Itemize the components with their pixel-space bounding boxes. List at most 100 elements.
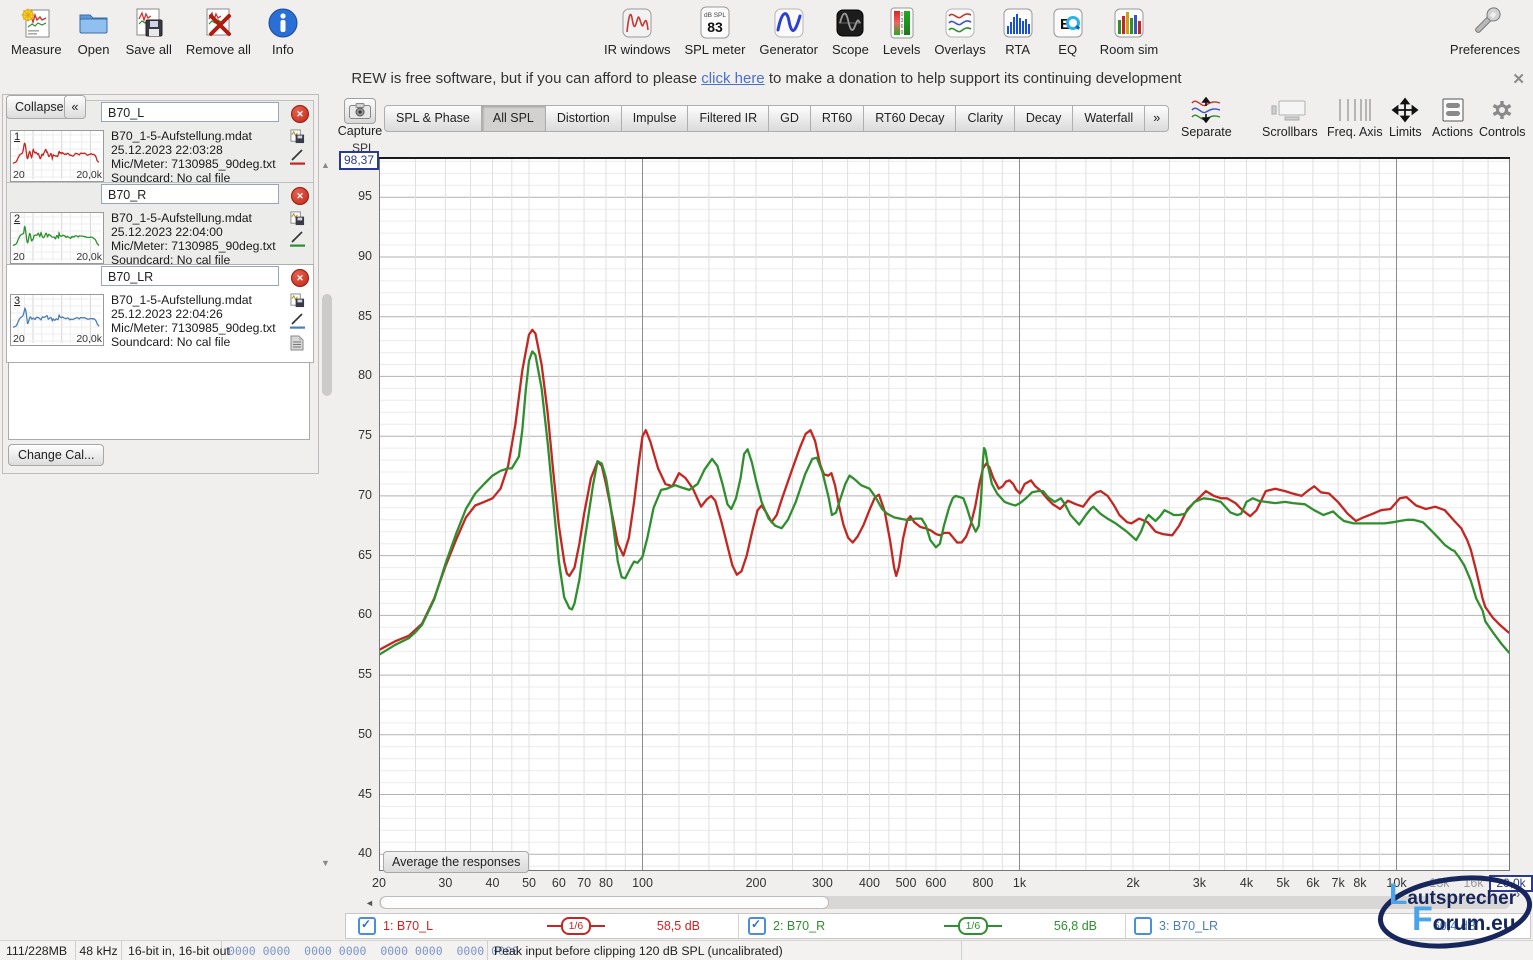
legend-item-2: 2: B70_R 1/6 56,8 dB bbox=[738, 914, 1125, 938]
measurement-3-name-input[interactable]: B70_LR bbox=[101, 266, 279, 286]
toolbar-left: Measure Open Save all Remove all Info bbox=[4, 2, 308, 60]
scrollbars-button[interactable]: Scrollbars bbox=[1262, 96, 1318, 139]
banner-close-icon[interactable]: ✕ bbox=[1512, 70, 1525, 88]
measurement-2-close-icon[interactable]: ✕ bbox=[291, 187, 309, 205]
open-button[interactable]: Open bbox=[69, 2, 119, 60]
measurement-1-name-input[interactable]: B70_L bbox=[101, 102, 279, 122]
preferences-button[interactable]: Preferences bbox=[1443, 2, 1527, 60]
spl-meter-button[interactable]: dB SPL83 SPL meter bbox=[677, 2, 752, 60]
trace-1-smoothing[interactable]: 1/6 bbox=[547, 917, 605, 935]
trace-3-label[interactable]: 3: B70_LR bbox=[1159, 919, 1218, 933]
sidebar-scroll-up-icon[interactable]: ▲ bbox=[321, 160, 330, 170]
average-responses-button[interactable]: Average the responses bbox=[383, 851, 529, 873]
trace-3-checkbox[interactable] bbox=[1134, 917, 1152, 935]
trace-2-checkbox[interactable] bbox=[748, 917, 766, 935]
y-tick-label: 85 bbox=[334, 309, 372, 323]
levels-label: Levels bbox=[883, 42, 921, 57]
capture-button[interactable]: Capture bbox=[338, 98, 382, 138]
measure-button[interactable]: Measure bbox=[4, 2, 69, 60]
measurement-2-name-input[interactable]: B70_R bbox=[101, 184, 279, 204]
collapse-chevron-icon[interactable]: « bbox=[64, 95, 86, 119]
tab-impulse[interactable]: Impulse bbox=[622, 105, 689, 132]
sidebar-scroll-down-icon[interactable]: ▼ bbox=[321, 858, 330, 868]
measurement-3-save-icon[interactable] bbox=[290, 293, 305, 308]
levels-button[interactable]: 0369 Levels bbox=[876, 2, 928, 60]
collapse-button[interactable]: Collapse bbox=[6, 95, 73, 119]
separate-label: Separate bbox=[1181, 125, 1232, 139]
info-icon bbox=[265, 5, 301, 41]
hscroll-left-icon[interactable]: ◄ bbox=[365, 898, 374, 908]
x-tick-label: 30 bbox=[423, 876, 467, 890]
measurement-2-save-icon[interactable] bbox=[290, 211, 305, 226]
measurement-3-trace-style-icon[interactable] bbox=[290, 313, 305, 330]
banner-text-post: to make a donation to help support its c… bbox=[765, 70, 1182, 87]
cursor-freq-readout: 20,0k bbox=[1489, 875, 1533, 892]
capture-label: Capture bbox=[338, 124, 382, 138]
change-cal-button[interactable]: Change Cal... bbox=[8, 444, 104, 466]
measurement-3-soundcard: Soundcard: No cal file bbox=[111, 335, 276, 349]
room-sim-button[interactable]: Room sim bbox=[1093, 2, 1166, 60]
tab-all-spl[interactable]: All SPL bbox=[482, 105, 546, 132]
eq-button[interactable]: E EQ bbox=[1043, 2, 1093, 60]
measurement-3-close-icon[interactable]: ✕ bbox=[291, 269, 309, 287]
hscroll-thumb[interactable] bbox=[380, 896, 829, 909]
tab-distortion[interactable]: Distortion bbox=[546, 105, 622, 132]
preferences-icon bbox=[1467, 5, 1503, 41]
y-tick-label: 80 bbox=[334, 368, 372, 382]
measurement-3-mic: Mic/Meter: 7130985_90deg.txt bbox=[111, 321, 276, 335]
tab-decay[interactable]: Decay bbox=[1015, 105, 1073, 132]
overlays-button[interactable]: Overlays bbox=[927, 2, 992, 60]
measurement-3-info: B70_1-5-Aufstellung.mdat 25.12.2023 22:0… bbox=[111, 293, 276, 349]
measurement-1-close-icon[interactable]: ✕ bbox=[291, 105, 309, 123]
generator-button[interactable]: Generator bbox=[752, 2, 825, 60]
status-input-digits: 0000 0000 0000 0000 0000 0000 0000 0000 bbox=[222, 941, 488, 960]
measurement-1-save-icon[interactable] bbox=[290, 129, 305, 144]
measurement-1-thumbnail[interactable]: 1 20 20,0k bbox=[10, 130, 104, 182]
tab-more[interactable]: » bbox=[1145, 105, 1169, 132]
donation-banner: REW is free software, but if you can aff… bbox=[0, 62, 1533, 94]
tab-rt60-decay[interactable]: RT60 Decay bbox=[864, 105, 956, 132]
x-tick-label: 3k bbox=[1177, 876, 1221, 890]
spl-chart[interactable] bbox=[379, 157, 1510, 871]
eq-icon: E bbox=[1050, 5, 1086, 41]
sidebar-scrollbar-thumb[interactable] bbox=[322, 294, 332, 396]
info-button[interactable]: Info bbox=[258, 2, 308, 60]
banner-text-pre: REW is free software, but if you can aff… bbox=[351, 70, 701, 87]
tab-clarity[interactable]: Clarity bbox=[956, 105, 1014, 132]
measurement-2-trace-style-icon[interactable] bbox=[290, 231, 305, 248]
save-all-button[interactable]: Save all bbox=[119, 2, 179, 60]
separate-button[interactable]: Separate bbox=[1181, 96, 1232, 139]
tab-waterfall[interactable]: Waterfall bbox=[1073, 105, 1145, 132]
ir-windows-button[interactable]: IR windows bbox=[597, 2, 677, 60]
measurement-notes-input[interactable] bbox=[8, 362, 310, 440]
measurement-1-info: B70_1-5-Aufstellung.mdat 25.12.2023 22:0… bbox=[111, 129, 276, 183]
tab-spl-phase[interactable]: SPL & Phase bbox=[384, 105, 482, 132]
scope-button[interactable]: Scope bbox=[825, 2, 876, 60]
measure-icon bbox=[18, 5, 54, 41]
x-tick-label: 200 bbox=[734, 876, 778, 890]
trace-1-label[interactable]: 1: B70_L bbox=[383, 919, 433, 933]
donation-link[interactable]: click here bbox=[701, 70, 764, 87]
legend-item-3: 3: B70_LR 60,4 dB bbox=[1125, 914, 1530, 938]
measurement-3-thumbnail[interactable]: 3 20 20,0k bbox=[10, 294, 104, 346]
measurement-card-2[interactable]: B70_R ✕ 2 20 20,0k B70_1-5-Aufstellung.m… bbox=[6, 182, 314, 265]
tab-filtered-ir[interactable]: Filtered IR bbox=[688, 105, 769, 132]
toolbar-middle: IR windows dB SPL83 SPL meter Generator … bbox=[597, 2, 1165, 60]
trace-1-checkbox[interactable] bbox=[358, 917, 376, 935]
controls-button[interactable]: Controls bbox=[1479, 96, 1526, 139]
measurement-1-trace-style-icon[interactable] bbox=[290, 149, 305, 166]
measurement-card-3[interactable]: B70_LR ✕ 3 20 20,0k B70_1-5-Aufstellung.… bbox=[6, 264, 314, 363]
remove-all-button[interactable]: Remove all bbox=[179, 2, 258, 60]
rta-button[interactable]: RTA bbox=[993, 2, 1043, 60]
actions-button[interactable]: Actions bbox=[1432, 96, 1473, 139]
trace-2-label[interactable]: 2: B70_R bbox=[773, 919, 825, 933]
rta-label: RTA bbox=[1005, 42, 1030, 57]
trace-3-value: 60,4 dB bbox=[1433, 919, 1476, 933]
measurement-3-notes-icon[interactable] bbox=[290, 335, 305, 351]
tab-rt60[interactable]: RT60 bbox=[811, 105, 864, 132]
tab-gd[interactable]: GD bbox=[769, 105, 811, 132]
freq-axis-button[interactable]: Freq. Axis bbox=[1327, 96, 1383, 139]
trace-2-smoothing[interactable]: 1/6 bbox=[944, 917, 1002, 935]
measurement-2-thumbnail[interactable]: 2 20 20,0k bbox=[10, 212, 104, 264]
limits-button[interactable]: Limits bbox=[1389, 96, 1422, 139]
